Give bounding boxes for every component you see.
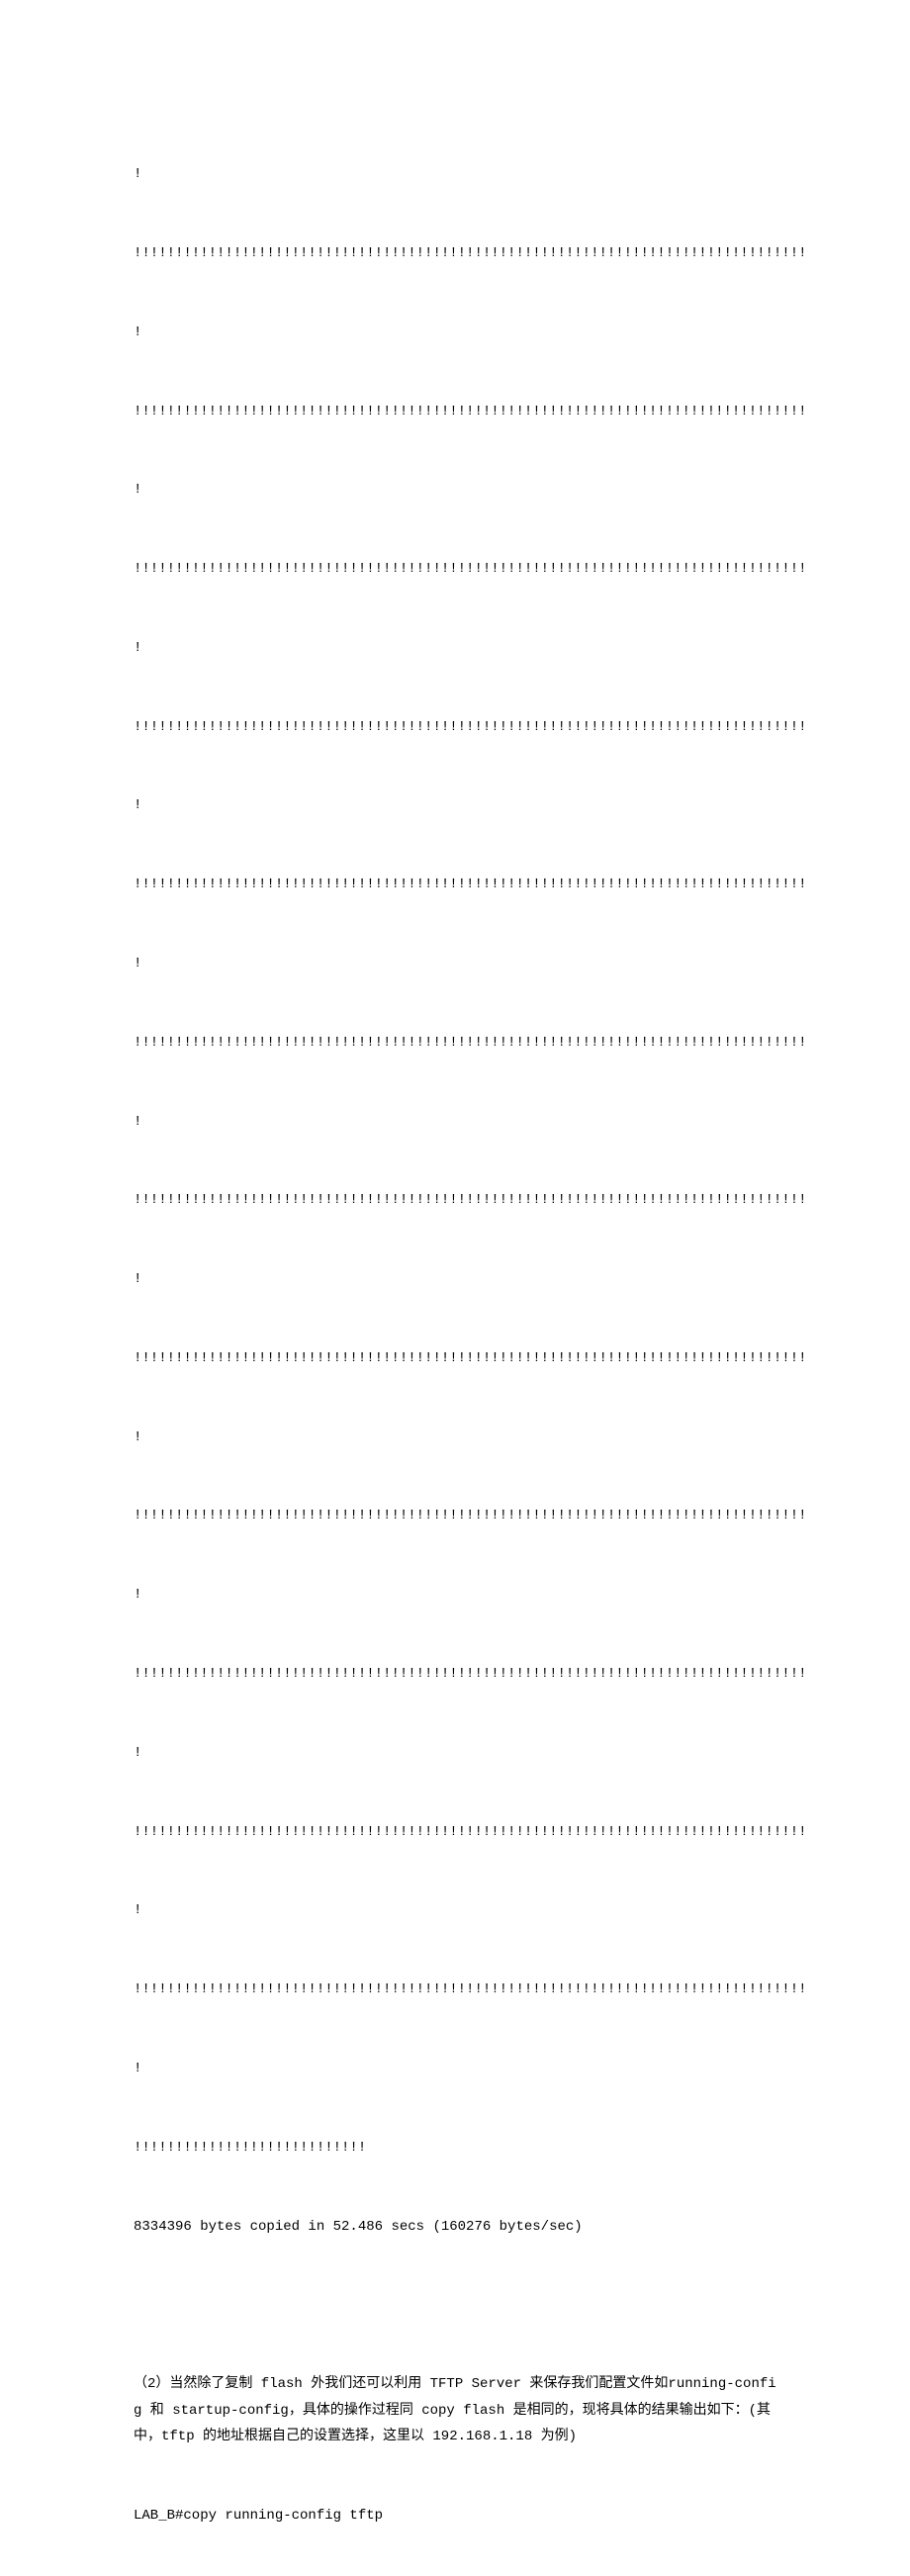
terminal-output-line: !!!!!!!!!!!!!!!!!!!!!!!!!!!!!!!!!!!!!!!!… [134,1661,776,1688]
terminal-output-line: !!!!!!!!!!!!!!!!!!!!!!!!!!!!!!!!!!!!!!!!… [134,1977,776,2003]
terminal-output-line: ! [134,635,776,662]
document-content: ! !!!!!!!!!!!!!!!!!!!!!!!!!!!!!!!!!!!!!!… [134,109,776,2576]
terminal-output-line: ! [134,2056,776,2082]
terminal-output-line: ! [134,477,776,504]
terminal-output-line: ! [134,1109,776,1136]
terminal-output-line: ! [134,320,776,346]
terminal-output-line: ! [134,792,776,819]
terminal-output-line: !!!!!!!!!!!!!!!!!!!!!!!!!!!!!!!!!!!!!!!!… [134,556,776,583]
terminal-output-line: ! [134,1266,776,1293]
terminal-output-line: ! [134,1425,776,1451]
terminal-output-line: !!!!!!!!!!!!!!!!!!!!!!!!!!!!!!!!!!!!!!!!… [134,399,776,425]
terminal-output-line: !!!!!!!!!!!!!!!!!!!!!!!!!!!! [134,2135,776,2162]
terminal-output-line: !!!!!!!!!!!!!!!!!!!!!!!!!!!!!!!!!!!!!!!!… [134,1030,776,1057]
terminal-output-line: ! [134,161,776,188]
blank-line [134,2292,776,2319]
terminal-output-line: ! [134,951,776,977]
copy-result-line: 8334396 bytes copied in 52.486 secs (160… [134,2214,776,2241]
terminal-output-line: ! [134,1740,776,1767]
paragraph-text: （2）当然除了复制 flash 外我们还可以利用 TFTP Server 来保存… [134,2371,776,2450]
terminal-output-line: ! [134,1582,776,1609]
terminal-output-line: ! [134,1897,776,1924]
terminal-output-line: !!!!!!!!!!!!!!!!!!!!!!!!!!!!!!!!!!!!!!!!… [134,714,776,741]
terminal-output-line: !!!!!!!!!!!!!!!!!!!!!!!!!!!!!!!!!!!!!!!!… [134,1345,776,1372]
terminal-output-line: !!!!!!!!!!!!!!!!!!!!!!!!!!!!!!!!!!!!!!!!… [134,872,776,898]
terminal-output-line: !!!!!!!!!!!!!!!!!!!!!!!!!!!!!!!!!!!!!!!!… [134,1819,776,1846]
terminal-output-line: !!!!!!!!!!!!!!!!!!!!!!!!!!!!!!!!!!!!!!!!… [134,240,776,267]
terminal-output-line: !!!!!!!!!!!!!!!!!!!!!!!!!!!!!!!!!!!!!!!!… [134,1187,776,1214]
terminal-output-line: !!!!!!!!!!!!!!!!!!!!!!!!!!!!!!!!!!!!!!!!… [134,1503,776,1529]
command-line: LAB_B#copy running-config tftp [134,2503,776,2530]
